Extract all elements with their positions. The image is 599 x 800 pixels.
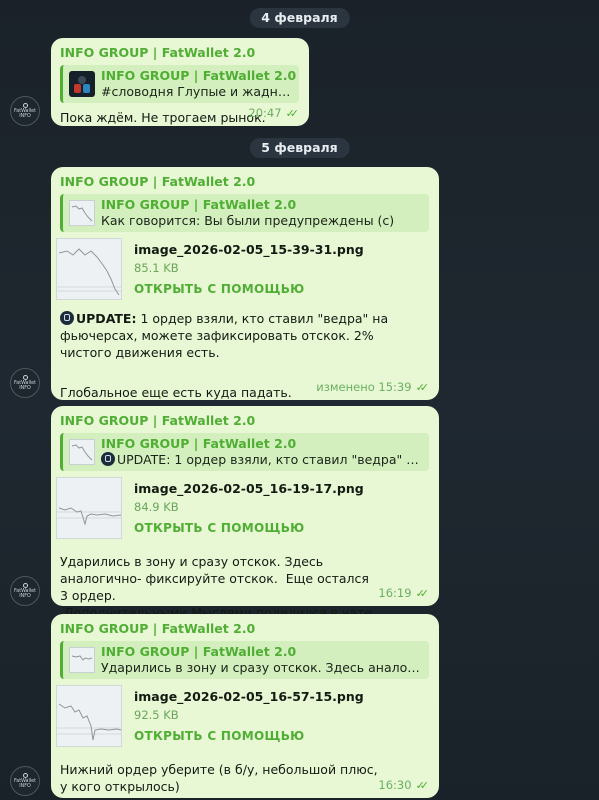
- sender-name[interactable]: INFO GROUP | FatWallet 2.0: [60, 44, 299, 61]
- message-time: изменено 15:39: [316, 380, 412, 394]
- file-attachment[interactable]: image_2026-02-05_16-19-17.png 84.9 KB ОТ…: [56, 477, 429, 543]
- read-checkmarks-icon: ✓✓: [415, 778, 430, 792]
- message-time: 16:30: [378, 778, 412, 792]
- message-text-bold: UPDATE:: [76, 311, 137, 326]
- reply-text: Как говорится: Вы были предупреждены (с): [101, 213, 395, 228]
- avatar[interactable]: FatWallet INFO: [10, 576, 40, 606]
- message-bubble[interactable]: INFO GROUP | FatWallet 2.0 INFO GROUP | …: [51, 614, 439, 798]
- reply-text: UPDATE: 1 ордер взяли, кто ставил "ведра…: [101, 452, 423, 468]
- date-separator: 4 февраля: [249, 8, 350, 28]
- reply-sender: INFO GROUP | FatWallet 2.0: [101, 197, 297, 212]
- message-bubble[interactable]: INFO GROUP | FatWallet 2.0 INFO GROUP | …: [51, 167, 439, 400]
- reply-sender: INFO GROUP | FatWallet 2.0: [101, 68, 297, 83]
- avatar[interactable]: FatWallet INFO: [10, 368, 40, 398]
- sender-name[interactable]: INFO GROUP | FatWallet 2.0: [60, 412, 429, 429]
- file-size: 85.1 KB: [134, 261, 179, 275]
- reply-thumbnail: [69, 200, 95, 226]
- message-bubble[interactable]: INFO GROUP | FatWallet 2.0 INFO GROUP | …: [51, 406, 439, 620]
- message-time: 20:47: [248, 106, 282, 120]
- message-text: UPDATE: 1 ордер взяли, кто ставил "ведра…: [60, 310, 429, 361]
- info-icon: [22, 583, 28, 588]
- date-separator: 5 февраля: [249, 138, 350, 158]
- reply-text: #словодня Глупые и жадные п...: [101, 84, 293, 99]
- file-attachment[interactable]: image_2026-02-05_15-39-31.png 85.1 KB ОТ…: [56, 238, 429, 304]
- read-checkmarks-icon: ✓✓: [285, 106, 300, 120]
- reply-preview[interactable]: INFO GROUP | FatWallet 2.0 Ударились в з…: [60, 641, 429, 679]
- message-meta: 16:30 ✓✓: [378, 778, 429, 792]
- avatar[interactable]: FatWallet INFO: [10, 766, 40, 796]
- file-attachment[interactable]: image_2026-02-05_16-57-15.png 92.5 KB ОТ…: [56, 685, 429, 751]
- info-icon: [22, 375, 28, 380]
- update-emoji-icon: [101, 452, 115, 466]
- reply-preview[interactable]: INFO GROUP | FatWallet 2.0 UPDATE: 1 орд…: [60, 433, 429, 471]
- image-thumbnail[interactable]: [56, 238, 122, 300]
- open-with-button[interactable]: ОТКРЫТЬ С ПОМОЩЬЮ: [134, 729, 305, 743]
- reply-preview[interactable]: INFO GROUP | FatWallet 2.0 Как говорится…: [60, 194, 429, 232]
- info-icon: [22, 103, 28, 108]
- message-text: Ударились в зону и сразу отскок. Здесь а…: [60, 554, 376, 620]
- reply-text: Ударились в зону и сразу отскок. Здесь а…: [101, 660, 423, 675]
- message-text: Нижний ордер уберите (в б/у, небольшой п…: [60, 762, 382, 794]
- reply-sender: INFO GROUP | FatWallet 2.0: [101, 436, 297, 451]
- sender-name[interactable]: INFO GROUP | FatWallet 2.0: [60, 173, 429, 190]
- reply-thumbnail: [69, 439, 95, 465]
- avatar-text: INFO: [19, 594, 31, 599]
- avatar-text: INFO: [19, 114, 31, 119]
- image-thumbnail[interactable]: [56, 685, 122, 747]
- avatar-text: INFO: [19, 386, 31, 391]
- message-meta: 16:19 ✓✓: [378, 586, 429, 600]
- reply-preview[interactable]: INFO GROUP | FatWallet 2.0 #словодня Глу…: [60, 65, 299, 103]
- message-bubble[interactable]: INFO GROUP | FatWallet 2.0 INFO GROUP | …: [51, 38, 309, 126]
- open-with-button[interactable]: ОТКРЫТЬ С ПОМОЩЬЮ: [134, 282, 305, 296]
- open-with-button[interactable]: ОТКРЫТЬ С ПОМОЩЬЮ: [134, 521, 305, 535]
- update-emoji-icon: [60, 311, 74, 325]
- avatar[interactable]: FatWallet INFO: [10, 96, 40, 126]
- reply-thumbnail: [69, 71, 95, 97]
- file-name[interactable]: image_2026-02-05_15-39-31.png: [134, 242, 364, 257]
- info-icon: [22, 773, 28, 778]
- file-name[interactable]: image_2026-02-05_16-57-15.png: [134, 689, 364, 704]
- image-thumbnail[interactable]: [56, 477, 122, 539]
- file-name[interactable]: image_2026-02-05_16-19-17.png: [134, 481, 364, 496]
- file-size: 92.5 KB: [134, 708, 179, 722]
- message-meta: 20:47 ✓✓: [248, 106, 299, 120]
- avatar-text: INFO: [19, 784, 31, 789]
- read-checkmarks-icon: ✓✓: [415, 586, 430, 600]
- sender-name[interactable]: INFO GROUP | FatWallet 2.0: [60, 620, 429, 637]
- reply-sender: INFO GROUP | FatWallet 2.0: [101, 644, 297, 659]
- message-time: 16:19: [378, 586, 412, 600]
- read-checkmarks-icon: ✓✓: [415, 380, 430, 394]
- file-size: 84.9 KB: [134, 500, 179, 514]
- reply-thumbnail: [69, 647, 95, 673]
- reply-text-body: UPDATE: 1 ордер взяли, кто ставил "ведра…: [117, 452, 423, 467]
- message-meta: изменено 15:39 ✓✓: [316, 380, 429, 394]
